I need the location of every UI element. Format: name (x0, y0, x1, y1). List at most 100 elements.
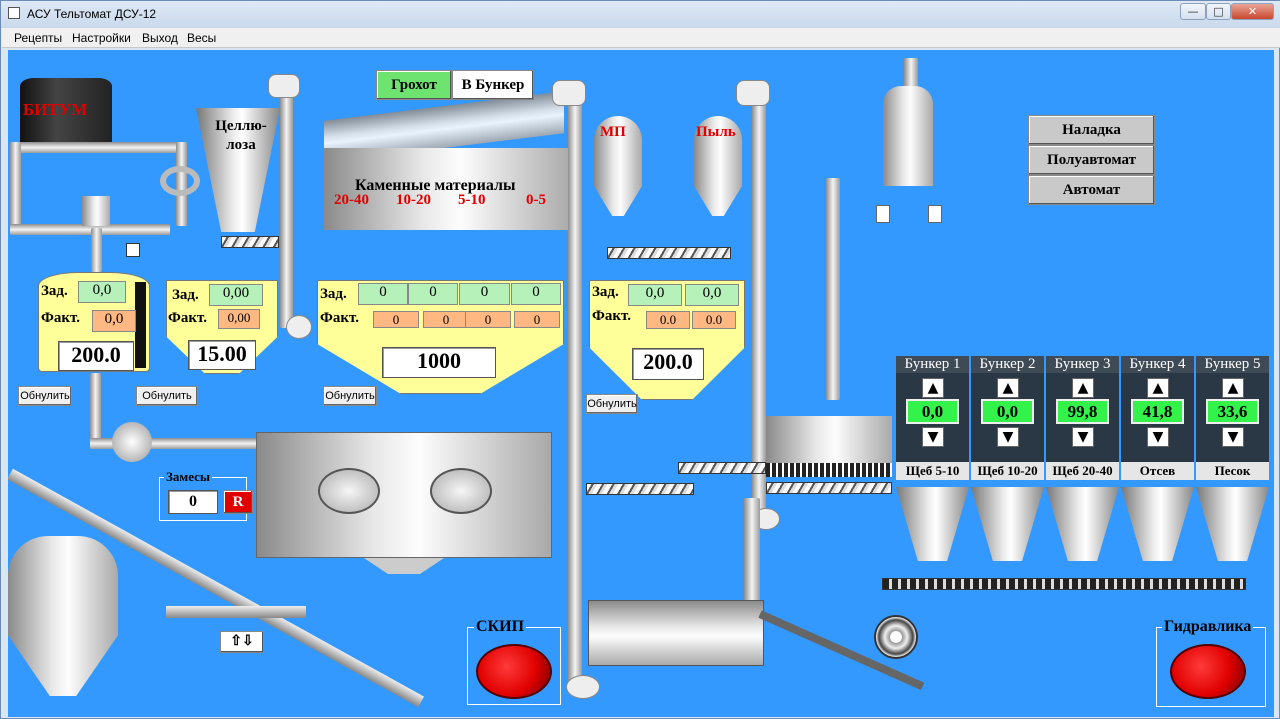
menu-recipes[interactable]: Рецепты (14, 31, 62, 45)
hydraulics-stop-button[interactable] (1170, 644, 1246, 699)
bitumen-pipe-top (10, 142, 186, 153)
mixer (256, 432, 552, 558)
menu-exit[interactable]: Выход (142, 31, 178, 45)
storage-silo (8, 536, 118, 696)
pipe-loop (160, 166, 200, 196)
bunker-5-hopper (1196, 487, 1269, 561)
bitumen-valve (82, 196, 110, 226)
bunker-2-title: Бункер 2 (971, 356, 1044, 373)
stone-zad-3[interactable]: 0 (511, 283, 561, 305)
dust-elevator (752, 92, 766, 522)
batches-reset-button[interactable]: R (223, 490, 253, 514)
drum-feed-pipe (744, 498, 760, 602)
bitumen-zad-value[interactable]: 0,0 (78, 281, 126, 303)
bunker-belt-conveyor (882, 578, 1246, 590)
arrow-down-icon[interactable]: ▼ (922, 427, 944, 447)
menu-bar: Рецепты Настройки Выход Весы (2, 28, 1280, 48)
bunker-5-value: 33,6 (1206, 399, 1259, 424)
stone-label: Каменные материалы (355, 177, 516, 194)
stone-weight: 1000 (382, 347, 496, 378)
window-icon (8, 7, 20, 19)
bunker-4-hopper (1121, 487, 1194, 561)
arrow-down-icon[interactable]: ▼ (1147, 427, 1169, 447)
bitumen-weight: 200.0 (58, 341, 134, 371)
drum-dryer (588, 600, 764, 666)
bunker-5: Бункер 5 ▲ 33,6 ▼ Песок (1196, 356, 1269, 480)
arrow-down-icon[interactable]: ▼ (1222, 427, 1244, 447)
arrow-down-icon[interactable]: ▼ (997, 427, 1019, 447)
mp-weight: 200.0 (632, 348, 704, 380)
hydraulics-label: Гидравлика (1162, 618, 1254, 636)
menu-settings[interactable]: Настройки (72, 31, 131, 45)
skip-label: СКИП (474, 618, 527, 636)
stone-fakt-0: 0 (373, 311, 419, 328)
skip-stop-button[interactable] (476, 644, 552, 699)
stone-zad-0[interactable]: 0 (358, 283, 408, 305)
cart-rail (166, 606, 306, 618)
filter-leg-left (876, 205, 890, 223)
screen-toggle-bunker[interactable]: В Бункер (452, 70, 534, 100)
window-title: АСУ Тельтомат ДСУ-12 (27, 7, 157, 21)
bitumen-label: БИТУМ (23, 100, 88, 119)
mixer-port-left (318, 468, 380, 514)
arrow-up-icon[interactable]: ▲ (997, 378, 1019, 398)
bunker-4-name: Отсев (1121, 462, 1194, 480)
stone-zad-label: Зад. (320, 286, 347, 302)
stone-zad-2[interactable]: 0 (459, 283, 510, 305)
arrow-down-icon[interactable]: ▼ (1072, 427, 1094, 447)
updown-button[interactable]: ⇧⇩ (220, 631, 264, 653)
dust-label: Пыль (696, 124, 736, 140)
mixer-port-right (430, 468, 492, 514)
central-elevator (568, 92, 582, 692)
arrow-up-icon[interactable]: ▲ (1147, 378, 1169, 398)
bunker-1-value: 0,0 (906, 399, 959, 424)
minimize-button[interactable]: — (1180, 3, 1206, 20)
bitumen-fakt-label: Факт. (41, 310, 81, 326)
screen-toggle-grokhot[interactable]: Грохот (376, 70, 452, 100)
dust-filter (883, 86, 933, 186)
cellulose-zad-label: Зад. (172, 287, 199, 303)
mp-fakt-1: 0.0 (692, 311, 736, 329)
bitumen-reset-button[interactable]: Обнулить (18, 386, 72, 406)
mode-setup-button[interactable]: Наладка (1028, 115, 1155, 145)
mode-semiauto-button[interactable]: Полуавтомат (1028, 145, 1155, 175)
bitumen-level-bar (135, 282, 146, 368)
bitumen-pump (112, 422, 152, 462)
app-window: АСУ Тельтомат ДСУ-12 — □ ✕ Рецепты Настр… (0, 0, 1280, 719)
stone-fraction-5-10: 5-10 (458, 192, 486, 208)
bitumen-zad-label: Зад. (41, 283, 68, 299)
cellulose-reset-button[interactable]: Обнулить (136, 386, 198, 406)
mp-reset-button[interactable]: Обнулить (586, 394, 638, 414)
bunker-5-title: Бункер 5 (1196, 356, 1269, 373)
bunker-4: Бункер 4 ▲ 41,8 ▼ Отсев (1121, 356, 1194, 480)
mode-auto-button[interactable]: Автомат (1028, 175, 1155, 205)
stone-fakt-2: 0 (465, 311, 511, 328)
bitumen-feed-pipe (91, 228, 102, 272)
arrow-up-icon[interactable]: ▲ (922, 378, 944, 398)
cellulose-auger (221, 236, 279, 248)
arrow-up-icon[interactable]: ▲ (1222, 378, 1244, 398)
mp-zad-label: Зад. (592, 284, 619, 300)
mp-zad-0[interactable]: 0,0 (628, 284, 682, 306)
mp-zad-1[interactable]: 0,0 (685, 284, 739, 306)
cellulose-weight: 15.00 (188, 340, 256, 370)
stone-fakt-label: Факт. (320, 310, 360, 326)
menu-scales[interactable]: Весы (187, 31, 216, 45)
bunker-3-value: 99,8 (1056, 399, 1109, 424)
stone-zad-1[interactable]: 0 (408, 283, 458, 305)
dust-elevator-head (736, 80, 770, 106)
close-button[interactable]: ✕ (1231, 3, 1274, 20)
stone-reset-button[interactable]: Обнулить (323, 386, 377, 406)
batches-count: 0 (168, 490, 218, 514)
arrow-up-icon[interactable]: ▲ (1072, 378, 1094, 398)
maximize-button[interactable]: □ (1206, 3, 1231, 20)
cellulose-zad-value[interactable]: 0,00 (209, 284, 263, 306)
bunker-3-hopper (1046, 487, 1119, 561)
stone-fraction-0-5: 0-5 (526, 192, 546, 208)
stone-fraction-10-20: 10-20 (396, 192, 431, 208)
bitumen-fakt-value: 0,0 (92, 310, 136, 332)
mp-label: МП (600, 124, 626, 140)
bunker-conveyor (766, 482, 892, 494)
bunker-1-title: Бункер 1 (896, 356, 969, 373)
fan-icon (874, 615, 918, 659)
